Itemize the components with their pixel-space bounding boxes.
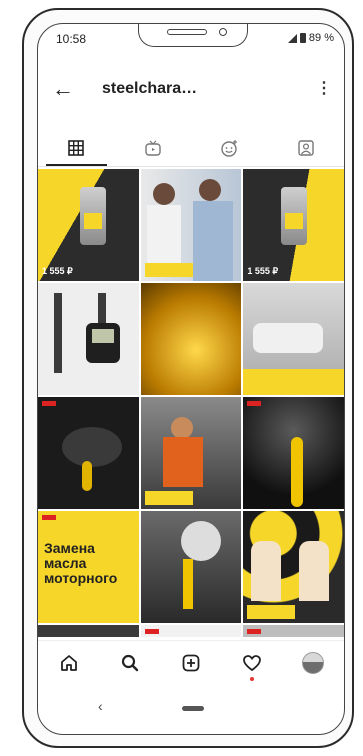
tab-grid[interactable]	[38, 130, 115, 166]
post-thumbnail[interactable]	[140, 511, 242, 623]
post-thumbnail[interactable]: 1 555 ₽	[38, 169, 139, 281]
tagged-person-icon	[298, 140, 314, 156]
profile-header: ← steelchara… ⋮	[38, 72, 344, 108]
post-price: 1 555 ₽	[42, 266, 73, 276]
post-thumbnail[interactable]	[38, 283, 139, 395]
post-thumbnail[interactable]: 000	[38, 625, 139, 637]
post-thumbnail[interactable]	[38, 397, 139, 509]
status-time: 10:58	[56, 32, 87, 46]
nav-search[interactable]	[116, 649, 144, 677]
home-icon	[60, 655, 77, 671]
signal-icon	[287, 33, 297, 43]
system-back-button[interactable]: ‹	[98, 698, 103, 714]
post-thumbnail[interactable]	[140, 625, 242, 637]
add-post-icon	[182, 654, 200, 672]
posts-grid: 1 555 ₽ 1 555 ₽ Замена масла моторного	[38, 169, 344, 637]
tab-reels[interactable]	[115, 130, 192, 166]
system-navigation: ‹	[38, 692, 344, 722]
post-thumbnail[interactable]: Замена масла моторного	[38, 511, 139, 623]
post-thumbnail[interactable]: 1 555 ₽	[243, 169, 344, 281]
post-thumbnail[interactable]	[243, 283, 344, 395]
notch	[138, 24, 248, 47]
search-icon	[121, 654, 138, 672]
brand-logo	[42, 515, 56, 520]
brand-logo	[42, 401, 56, 406]
profile-avatar	[302, 652, 325, 674]
grid-icon	[68, 140, 85, 156]
brand-logo	[144, 629, 159, 634]
tab-effects[interactable]	[191, 130, 268, 166]
nav-home[interactable]	[55, 649, 83, 677]
notification-dot	[250, 677, 255, 681]
system-home-button[interactable]	[182, 706, 204, 711]
speaker-grille	[167, 29, 207, 35]
post-thumbnail[interactable]	[243, 397, 344, 509]
post-thumbnail[interactable]	[140, 283, 242, 395]
post-price: 1 555 ₽	[247, 266, 279, 276]
phone-frame: 10:58 89 % ← steelchara… ⋮ 1 555 ₽ 1 555…	[22, 8, 354, 748]
status-indicators: 89 %	[287, 32, 334, 44]
bottom-navigation	[38, 640, 344, 685]
post-thumbnail[interactable]	[243, 511, 344, 623]
post-headline: Замена масла моторного	[44, 540, 118, 586]
battery-level: 89 %	[308, 32, 334, 44]
tab-tagged[interactable]	[268, 130, 345, 166]
front-camera	[219, 28, 227, 36]
brand-logo	[247, 401, 262, 406]
post-thumbnail[interactable]	[140, 397, 242, 509]
nav-profile[interactable]	[299, 649, 327, 677]
post-caption-tag	[144, 263, 193, 277]
reels-tv-icon	[145, 140, 161, 156]
profile-tabs	[38, 130, 344, 167]
nav-activity[interactable]	[238, 649, 266, 681]
heart-icon	[243, 655, 262, 672]
post-caption-tag	[144, 491, 193, 505]
vertical-dots-icon[interactable]: ⋮	[316, 78, 332, 98]
battery-icon	[299, 33, 306, 43]
nav-add[interactable]	[177, 649, 205, 677]
post-thumbnail[interactable]	[140, 169, 242, 281]
phone-screen: 10:58 89 % ← steelchara… ⋮ 1 555 ₽ 1 555…	[37, 23, 345, 735]
profile-username: steelchara…	[102, 80, 198, 97]
brand-logo	[247, 629, 262, 634]
smiley-plus-icon	[221, 140, 238, 157]
post-caption-tag	[247, 605, 296, 619]
post-thumbnail[interactable]	[243, 625, 344, 637]
arrow-left-icon[interactable]: ←	[52, 76, 74, 102]
